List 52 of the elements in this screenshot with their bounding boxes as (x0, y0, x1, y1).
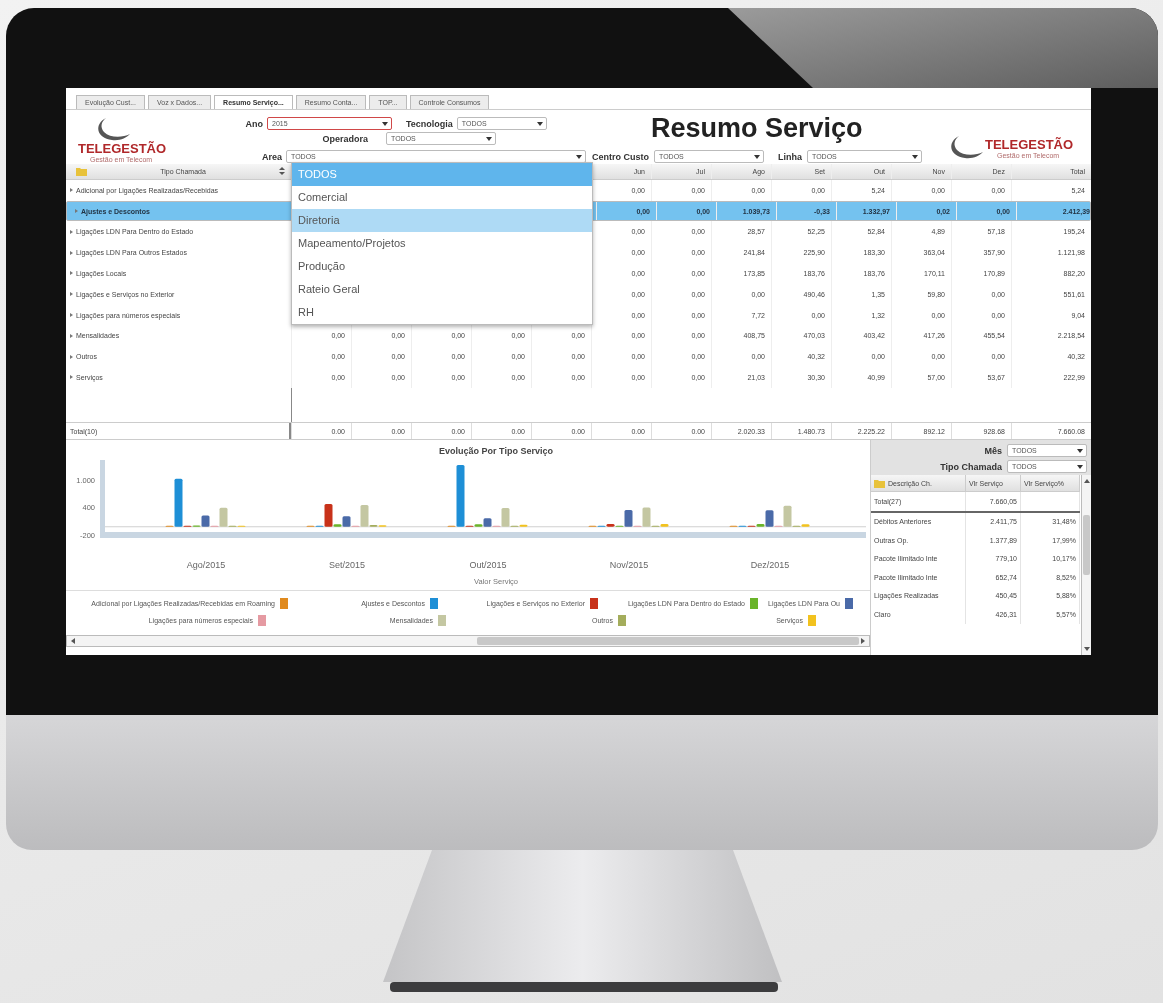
chart-title: Evolução Por Tipo Serviço (439, 446, 553, 456)
brand-name: TELEGESTÃO (985, 138, 1074, 152)
category-label: Out/2015 (469, 560, 507, 570)
caret-icon (536, 121, 543, 126)
filter-label: Linha (778, 151, 802, 162)
filter-label: Ano (244, 118, 263, 129)
dropdown-option[interactable]: Diretoria (292, 209, 592, 232)
folder-icon (874, 478, 885, 488)
caret-icon (754, 154, 760, 159)
category-label: Dez/2015 (750, 560, 790, 570)
dropdown-option[interactable]: Mapeamento/Projetos (292, 232, 592, 255)
filter-label: Area (261, 151, 282, 162)
filter-label: Operadora (321, 133, 368, 144)
filter-label: Tipo Chamada (940, 461, 1002, 472)
expand-icon[interactable] (70, 375, 73, 380)
expand-icon[interactable] (70, 188, 73, 193)
filter-label: Mês (984, 445, 1002, 456)
expand-icon[interactable] (70, 333, 73, 338)
expand-icon[interactable] (70, 229, 73, 234)
expand-icon[interactable] (75, 209, 78, 214)
sort-icon[interactable] (279, 167, 285, 176)
category-label: Nov/2015 (609, 560, 649, 570)
expand-icon[interactable] (70, 313, 73, 318)
scrollbar[interactable] (66, 635, 870, 647)
caret-icon (912, 154, 918, 159)
caret-icon (1077, 464, 1083, 469)
arrow-up-icon[interactable] (1082, 477, 1091, 485)
scroll-thumb[interactable] (476, 637, 860, 645)
page-title: Resumo Serviço (651, 112, 863, 145)
scrollbar[interactable] (1081, 475, 1091, 655)
category-label: Ago/2015 (186, 560, 226, 570)
expand-icon[interactable] (70, 271, 73, 276)
arrow-down-icon[interactable] (1082, 645, 1091, 653)
dropdown-option[interactable]: Produção (292, 255, 592, 278)
expand-icon[interactable] (70, 292, 73, 297)
category-label: Set/2015 (329, 560, 365, 570)
folder-icon (76, 166, 87, 176)
dropdown-option[interactable]: Comercial (292, 186, 592, 209)
filter-label: Tecnologia (406, 118, 453, 129)
expand-icon[interactable] (70, 250, 73, 255)
caret-icon (382, 121, 388, 126)
dropdown-option[interactable]: RH (292, 301, 592, 324)
scroll-thumb[interactable] (1083, 515, 1090, 575)
caret-icon (576, 154, 582, 159)
filter-label: Centro Custo (592, 151, 649, 162)
expand-icon[interactable] (70, 354, 73, 359)
arrow-right-icon[interactable] (859, 637, 867, 645)
arrow-left-icon[interactable] (69, 637, 77, 645)
dropdown-option[interactable]: Rateio Geral (292, 278, 592, 301)
brand-name: TELEGESTÃO (78, 142, 168, 156)
caret-icon (1077, 448, 1083, 453)
caret-icon (486, 136, 492, 141)
